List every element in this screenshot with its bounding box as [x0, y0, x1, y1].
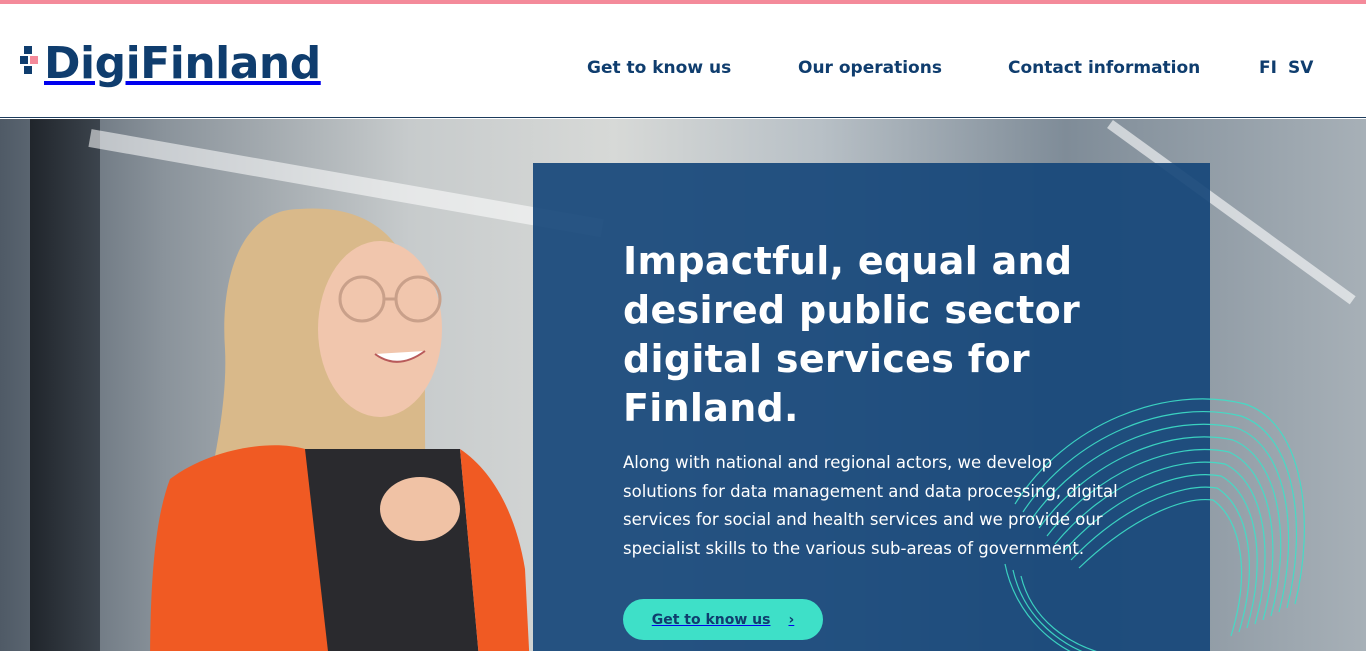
hero-photo-person: [150, 208, 530, 651]
hero-section: Impactful, equal and desired public sect…: [0, 119, 1366, 651]
chevron-right-icon: ›: [788, 611, 795, 628]
main-navigation: Get to know us Our operations Contact in…: [0, 58, 1366, 82]
language-sv[interactable]: SV: [1288, 58, 1313, 78]
nav-contact-information[interactable]: Contact information: [1008, 58, 1200, 78]
cta-label: Get to know us: [651, 611, 771, 628]
hero-background-frame: [30, 119, 100, 651]
nav-get-to-know-us[interactable]: Get to know us: [587, 58, 731, 78]
language-fi[interactable]: FI: [1259, 58, 1277, 78]
get-to-know-us-button[interactable]: Get to know us ›: [623, 599, 823, 640]
hero-description: Along with national and regional actors,…: [623, 453, 1118, 559]
site-header: DigiFinland Get to know us Our operation…: [0, 4, 1366, 118]
hero-headline: Impactful, equal and desired public sect…: [623, 239, 1081, 430]
nav-our-operations[interactable]: Our operations: [798, 58, 942, 78]
